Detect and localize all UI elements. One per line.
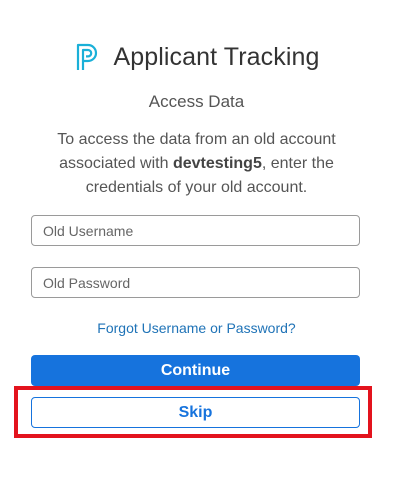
continue-button[interactable]: Continue — [31, 355, 360, 386]
account-name: devtesting5 — [172, 155, 262, 172]
app-header: Applicant Tracking — [0, 37, 393, 77]
instructions-text: To access the data from an old account a… — [30, 128, 363, 200]
old-username-input[interactable] — [31, 215, 360, 246]
page-subtitle: Access Data — [148, 92, 245, 111]
forgot-credentials-link[interactable]: Forgot Username or Password? — [0, 320, 393, 336]
old-password-input[interactable] — [31, 267, 360, 298]
powerschool-logo-icon — [77, 43, 98, 70]
skip-button[interactable]: Skip — [31, 397, 360, 428]
app-title: Applicant Tracking — [113, 42, 320, 71]
